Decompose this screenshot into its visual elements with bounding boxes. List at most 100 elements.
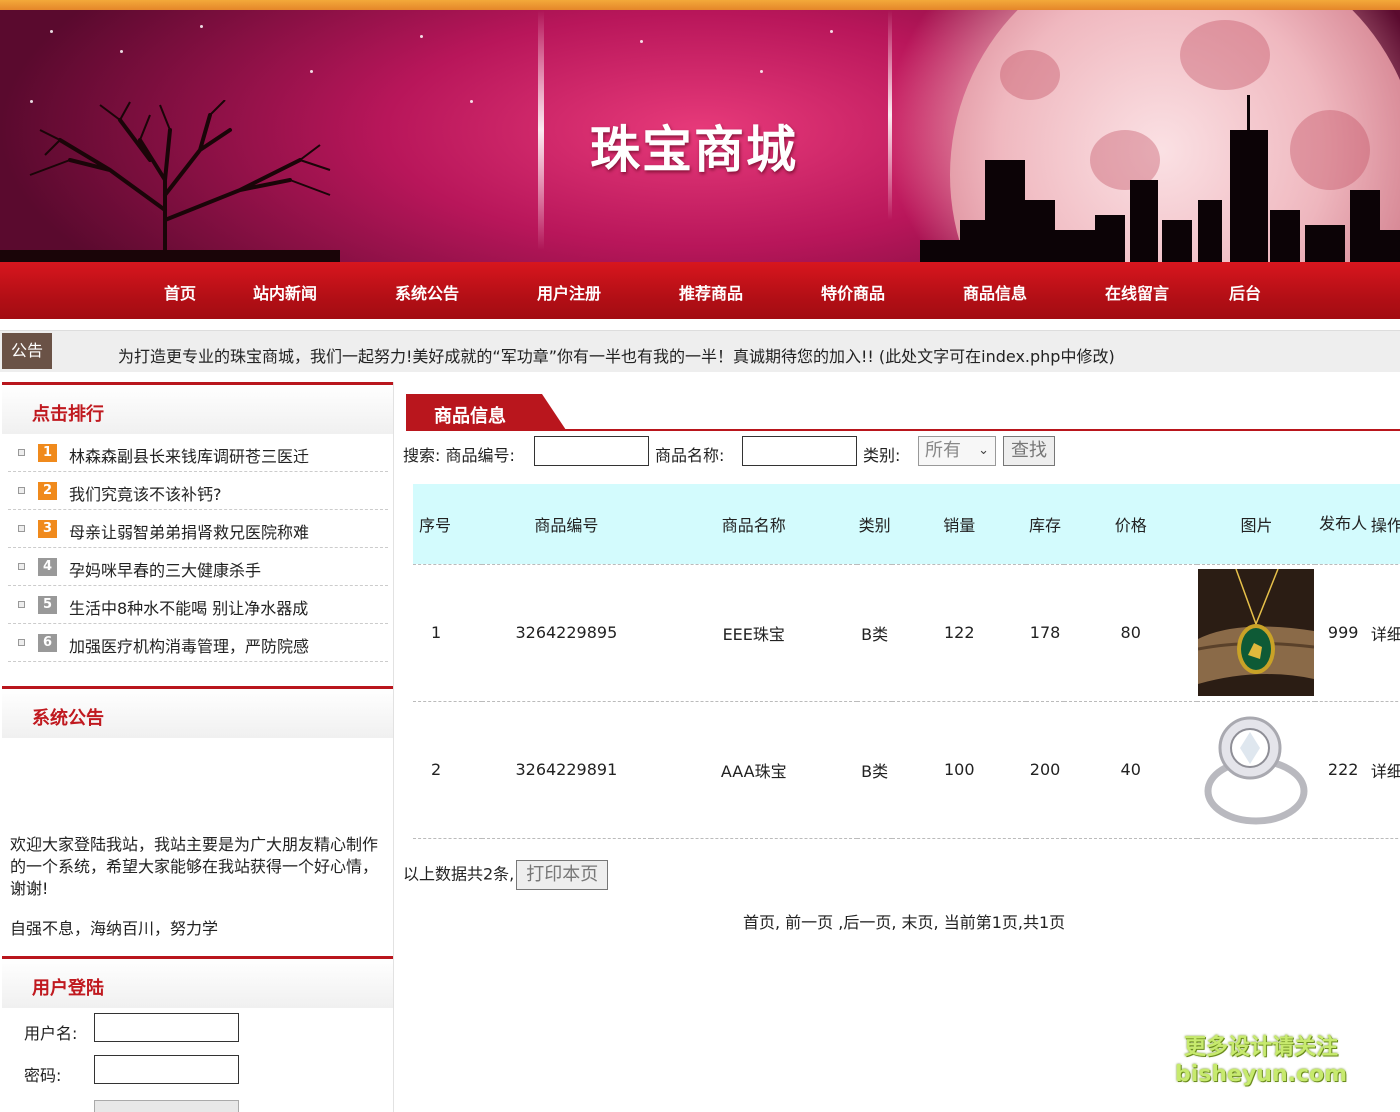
cell-sales: 100 xyxy=(944,760,975,779)
rank-number-badge: 5 xyxy=(38,596,57,614)
watermark-line: bisheyun.com xyxy=(1175,1062,1348,1087)
nav-goods-info[interactable]: 商品信息 xyxy=(963,280,1027,304)
cell-name: EEE珠宝 xyxy=(722,624,785,644)
star-decoration xyxy=(760,70,763,73)
ranking-item-title[interactable]: 生活中8种水不能喝 别让净水器成 xyxy=(69,595,308,619)
login-title: 用户登陆 xyxy=(32,978,104,999)
record-count: 以上数据共2条, 打印本页 xyxy=(403,860,609,890)
cell-index: 1 xyxy=(431,623,442,642)
announcement-paragraph: 欢迎大家登陆我站，我站主要是为广大朋友精心制作的一个系统，希望大家能够在我站获得… xyxy=(10,835,379,898)
cell-image[interactable] xyxy=(1197,701,1315,838)
pagination[interactable]: 首页, 前一页 ,后一页, 末页, 当前第1页,共1页 xyxy=(743,909,1065,933)
nav-recommended[interactable]: 推荐商品 xyxy=(679,280,743,304)
rank-number-badge: 6 xyxy=(38,634,57,652)
password-label: 密码: xyxy=(24,1066,62,1085)
rank-number-badge: 2 xyxy=(38,482,57,500)
col-name: 商品名称 xyxy=(721,515,786,535)
bullet-icon xyxy=(18,449,25,456)
main-content: 商品信息 搜索: 商品编号: 商品名称: 类别: 所有 ⌄ 查找 序号 商品编号… xyxy=(400,382,1400,1112)
search-button[interactable]: 查找 xyxy=(1003,436,1055,466)
login-panel-header: 用户登陆 xyxy=(2,956,394,1008)
col-price: 价格 xyxy=(1114,515,1147,535)
col-image: 图片 xyxy=(1240,515,1273,535)
goods-tab-title: 商品信息 xyxy=(434,406,506,427)
cell-image[interactable] xyxy=(1197,564,1315,701)
watermark: 更多设计请关注 bisheyun.com xyxy=(1175,1034,1347,1088)
ranking-item-title[interactable]: 我们究竟该不该补钙? xyxy=(69,481,222,505)
col-code: 商品编号 xyxy=(534,515,599,535)
notice-tag: 公告 xyxy=(2,333,52,369)
username-input[interactable] xyxy=(94,1013,239,1042)
header-banner: 珠宝商城 xyxy=(0,10,1400,262)
nav-register[interactable]: 用户注册 xyxy=(537,280,601,304)
search-category-label: 类别: xyxy=(863,446,901,465)
ranking-panel-header: 点击排行 xyxy=(2,382,394,434)
cell-index: 2 xyxy=(431,760,442,779)
nav-home[interactable]: 首页 xyxy=(164,280,196,304)
ranking-item-title[interactable]: 母亲让弱智弟弟捐肾救兄医院称难 xyxy=(69,519,309,543)
search-bar: 搜索: 商品编号: 商品名称: 类别: 所有 ⌄ 查找 xyxy=(403,436,1400,468)
ranking-item-title[interactable]: 林森森副县长来钱库调研苍三医迁 xyxy=(69,443,309,467)
username-label: 用户名: xyxy=(24,1024,78,1043)
star-decoration xyxy=(640,40,643,43)
category-select[interactable]: 所有 ⌄ xyxy=(918,436,996,466)
ranking-item[interactable]: 5 生活中8种水不能喝 别让净水器成 xyxy=(8,586,388,624)
ranking-item[interactable]: 2 我们究竟该不该补钙? xyxy=(8,472,388,510)
ranking-title: 点击排行 xyxy=(32,404,104,425)
detail-link[interactable]: 详细 xyxy=(1371,564,1400,701)
cell-code: 3264229891 xyxy=(515,760,618,779)
table-header-row: 序号 商品编号 商品名称 类别 销量 库存 价格 图片 发布人 操作 xyxy=(413,484,1400,564)
star-decoration xyxy=(120,50,123,53)
ranking-item-title[interactable]: 加强医疗机构消毒管理，严防院感 xyxy=(69,633,309,657)
bullet-icon xyxy=(18,563,25,570)
goods-table-body: 1 3264229895 EEE珠宝 B类 122 178 80 999 详细 2 32642298… xyxy=(413,564,1400,838)
nav-announcements[interactable]: 系统公告 xyxy=(395,280,459,304)
col-publisher: 发布人 xyxy=(1319,513,1368,533)
bullet-icon xyxy=(18,487,25,494)
city-skyline xyxy=(920,95,1400,262)
cell-stock: 178 xyxy=(1029,623,1061,642)
category-select-value: 所有 xyxy=(925,440,961,461)
ranking-item-title[interactable]: 孕妈咪早春的三大健康杀手 xyxy=(69,557,261,581)
site-title: 珠宝商城 xyxy=(590,120,798,179)
role-select[interactable] xyxy=(94,1100,239,1112)
table-row: 1 3264229895 EEE珠宝 B类 122 178 80 999 详细 xyxy=(413,564,1400,701)
goods-tab: 商品信息 xyxy=(406,394,566,430)
ranking-list: 1 林森森副县长来钱库调研苍三医迁 2 我们究竟该不该补钙? 3 母亲让弱智弟弟捐肾救兄医… xyxy=(2,434,394,662)
top-strip xyxy=(0,0,1400,10)
detail-link[interactable]: 详细 xyxy=(1371,701,1400,838)
col-stock: 库存 xyxy=(1029,515,1062,535)
goods-name-input[interactable] xyxy=(742,436,857,466)
rank-number-badge: 4 xyxy=(38,558,57,576)
announcement-paragraph: 自强不息，海纳百川，努力学 xyxy=(10,919,219,938)
notice-text: 为打造更专业的珠宝商城，我们一起努力!美好成就的“军功章”你有一半也有我的一半！… xyxy=(118,347,1115,366)
announcement-body: 欢迎大家登陆我站，我站主要是为广大朋友精心制作的一个系统，希望大家能够在我站获得… xyxy=(2,738,394,950)
nav-site-news[interactable]: 站内新闻 xyxy=(253,280,317,304)
light-beam xyxy=(888,10,892,220)
ranking-item[interactable]: 4 孕妈咪早春的三大健康杀手 xyxy=(8,548,388,586)
column-divider xyxy=(393,382,394,1112)
nav-specials[interactable]: 特价商品 xyxy=(821,280,885,304)
ranking-item[interactable]: 3 母亲让弱智弟弟捐肾救兄医院称难 xyxy=(8,510,388,548)
watermark-line: 更多设计请关注 xyxy=(1184,1035,1339,1060)
nav-guestbook[interactable]: 在线留言 xyxy=(1105,280,1169,304)
cell-name: AAA珠宝 xyxy=(720,761,787,781)
cell-stock: 200 xyxy=(1029,760,1061,779)
ring-image xyxy=(1198,706,1315,833)
nav-admin[interactable]: 后台 xyxy=(1229,280,1261,304)
light-beam xyxy=(538,10,544,250)
col-index: 序号 xyxy=(419,515,452,535)
print-button[interactable]: 打印本页 xyxy=(516,860,609,890)
ranking-item[interactable]: 1 林森森副县长来钱库调研苍三医迁 xyxy=(8,434,388,472)
goods-code-input[interactable] xyxy=(534,436,649,466)
cell-code: 3264229895 xyxy=(515,623,618,642)
announcement-title: 系统公告 xyxy=(32,708,104,729)
col-sales: 销量 xyxy=(943,515,976,535)
password-input[interactable] xyxy=(94,1055,239,1084)
rank-number-badge: 1 xyxy=(38,444,57,462)
ranking-item[interactable]: 6 加强医疗机构消毒管理，严防院感 xyxy=(8,624,388,662)
col-operation: 操作 xyxy=(1370,515,1400,535)
star-decoration xyxy=(830,30,833,33)
chevron-down-icon: ⌄ xyxy=(978,443,989,458)
cell-sales: 122 xyxy=(944,623,975,642)
